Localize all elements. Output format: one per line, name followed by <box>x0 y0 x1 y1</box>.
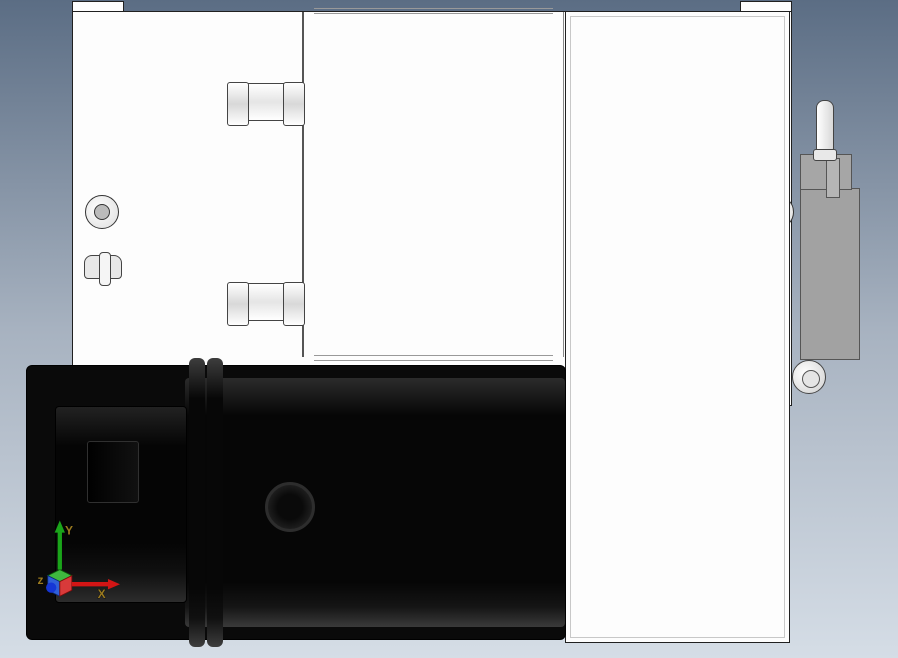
front-plate <box>565 11 790 643</box>
mount-slot-left <box>84 255 122 279</box>
axis-label-z: z <box>37 573 43 587</box>
motor-body <box>185 378 565 627</box>
standoff-lower <box>232 283 300 321</box>
view-orientation-triad[interactable]: Y X z <box>34 524 120 610</box>
bracket-hinge <box>826 158 840 198</box>
motor-connector <box>87 441 139 503</box>
bracket-pin <box>816 100 834 156</box>
motor-clamp-band <box>189 358 205 647</box>
axis-label-x: X <box>98 587 106 601</box>
center-plate <box>302 12 564 357</box>
motor-shaft-ring <box>265 482 315 532</box>
motor-clamp-band <box>207 358 223 647</box>
roller-bearing <box>792 360 826 394</box>
bracket-gray <box>800 188 860 360</box>
standoff-upper <box>232 83 300 121</box>
triad-y-axis[interactable]: Y <box>55 521 73 570</box>
triad-x-axis[interactable]: X <box>72 579 120 601</box>
cad-3d-viewport[interactable]: Y X z <box>0 0 898 658</box>
axis-label-y: Y <box>65 523 73 537</box>
hex-bolt-left <box>85 195 119 229</box>
